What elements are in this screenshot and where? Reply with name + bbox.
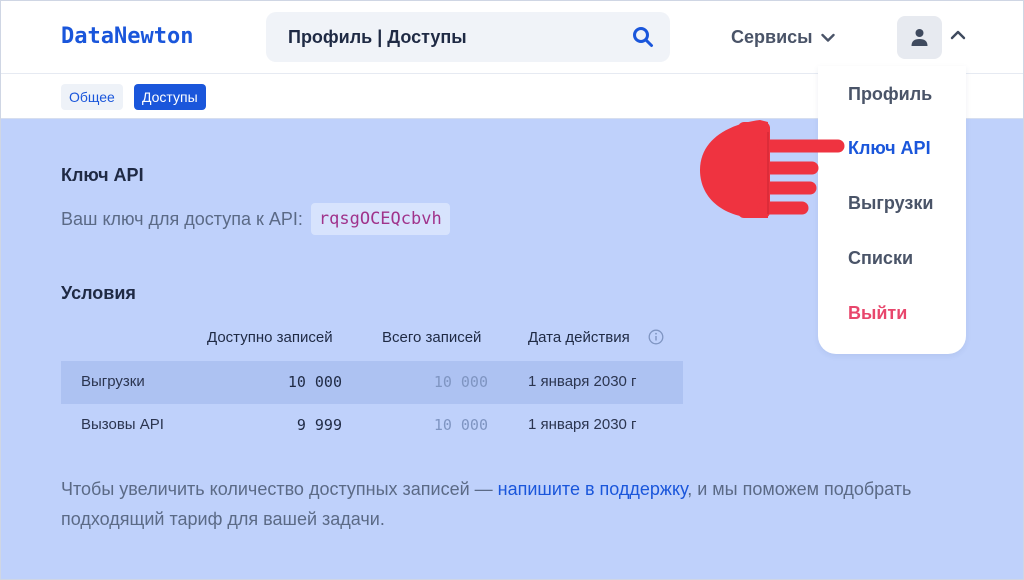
info-icon[interactable]: [648, 329, 664, 345]
top-header: DataNewton Профиль | Доступы Сервисы: [0, 0, 1024, 74]
logo[interactable]: DataNewton: [61, 24, 193, 49]
table-row: Вызовы API 9 999 10 000 1 января 2030 г: [61, 404, 683, 447]
menu-item-api-key[interactable]: Ключ API: [848, 138, 931, 159]
tab-access[interactable]: Доступы: [134, 84, 206, 110]
row-total: 10 000: [433, 373, 488, 391]
menu-item-logout[interactable]: Выйти: [848, 303, 907, 324]
menu-item-exports[interactable]: Выгрузки: [848, 193, 933, 214]
row-date: 1 января 2030 г: [528, 373, 637, 390]
chevron-down-icon: [820, 33, 835, 42]
row-date: 1 января 2030 г: [528, 416, 637, 433]
upgrade-note: Чтобы увеличить количество доступных зап…: [61, 474, 941, 534]
column-header-available: Доступно записей: [207, 329, 333, 346]
services-menu-button[interactable]: Сервисы: [731, 27, 835, 48]
upgrade-note-text-before: Чтобы увеличить количество доступных зап…: [61, 479, 498, 499]
avatar-button[interactable]: [897, 16, 942, 59]
pointing-hand-icon: [700, 120, 845, 218]
table-row: Выгрузки 10 000 10 000 1 января 2030 г: [61, 361, 683, 404]
row-name: Вызовы API: [81, 416, 164, 433]
row-name: Выгрузки: [81, 373, 145, 390]
api-key-label: Ваш ключ для доступа к API:: [61, 208, 303, 229]
chevron-up-icon[interactable]: [950, 29, 966, 41]
support-link[interactable]: напишите в поддержку: [498, 479, 688, 499]
search-input[interactable]: Профиль | Доступы: [288, 27, 467, 48]
tab-general[interactable]: Общее: [61, 84, 123, 110]
search-box[interactable]: Профиль | Доступы: [266, 12, 670, 62]
column-header-date: Дата действия: [528, 329, 630, 346]
api-key-row: Ваш ключ для доступа к API: rqsgOCEQcbvh: [61, 200, 450, 238]
user-icon: [911, 29, 928, 46]
menu-item-lists[interactable]: Списки: [848, 248, 913, 269]
search-icon[interactable]: [632, 26, 654, 48]
column-header-total: Всего записей: [382, 329, 482, 346]
api-key-heading: Ключ API: [61, 165, 144, 185]
row-total: 10 000: [433, 416, 488, 434]
row-available: 10 000: [287, 373, 342, 391]
row-available: 9 999: [296, 416, 342, 434]
menu-item-profile[interactable]: Профиль: [848, 84, 932, 105]
api-key-value[interactable]: rqsgOCEQcbvh: [310, 203, 450, 235]
conditions-heading: Условия: [61, 283, 136, 303]
services-label: Сервисы: [731, 27, 813, 47]
